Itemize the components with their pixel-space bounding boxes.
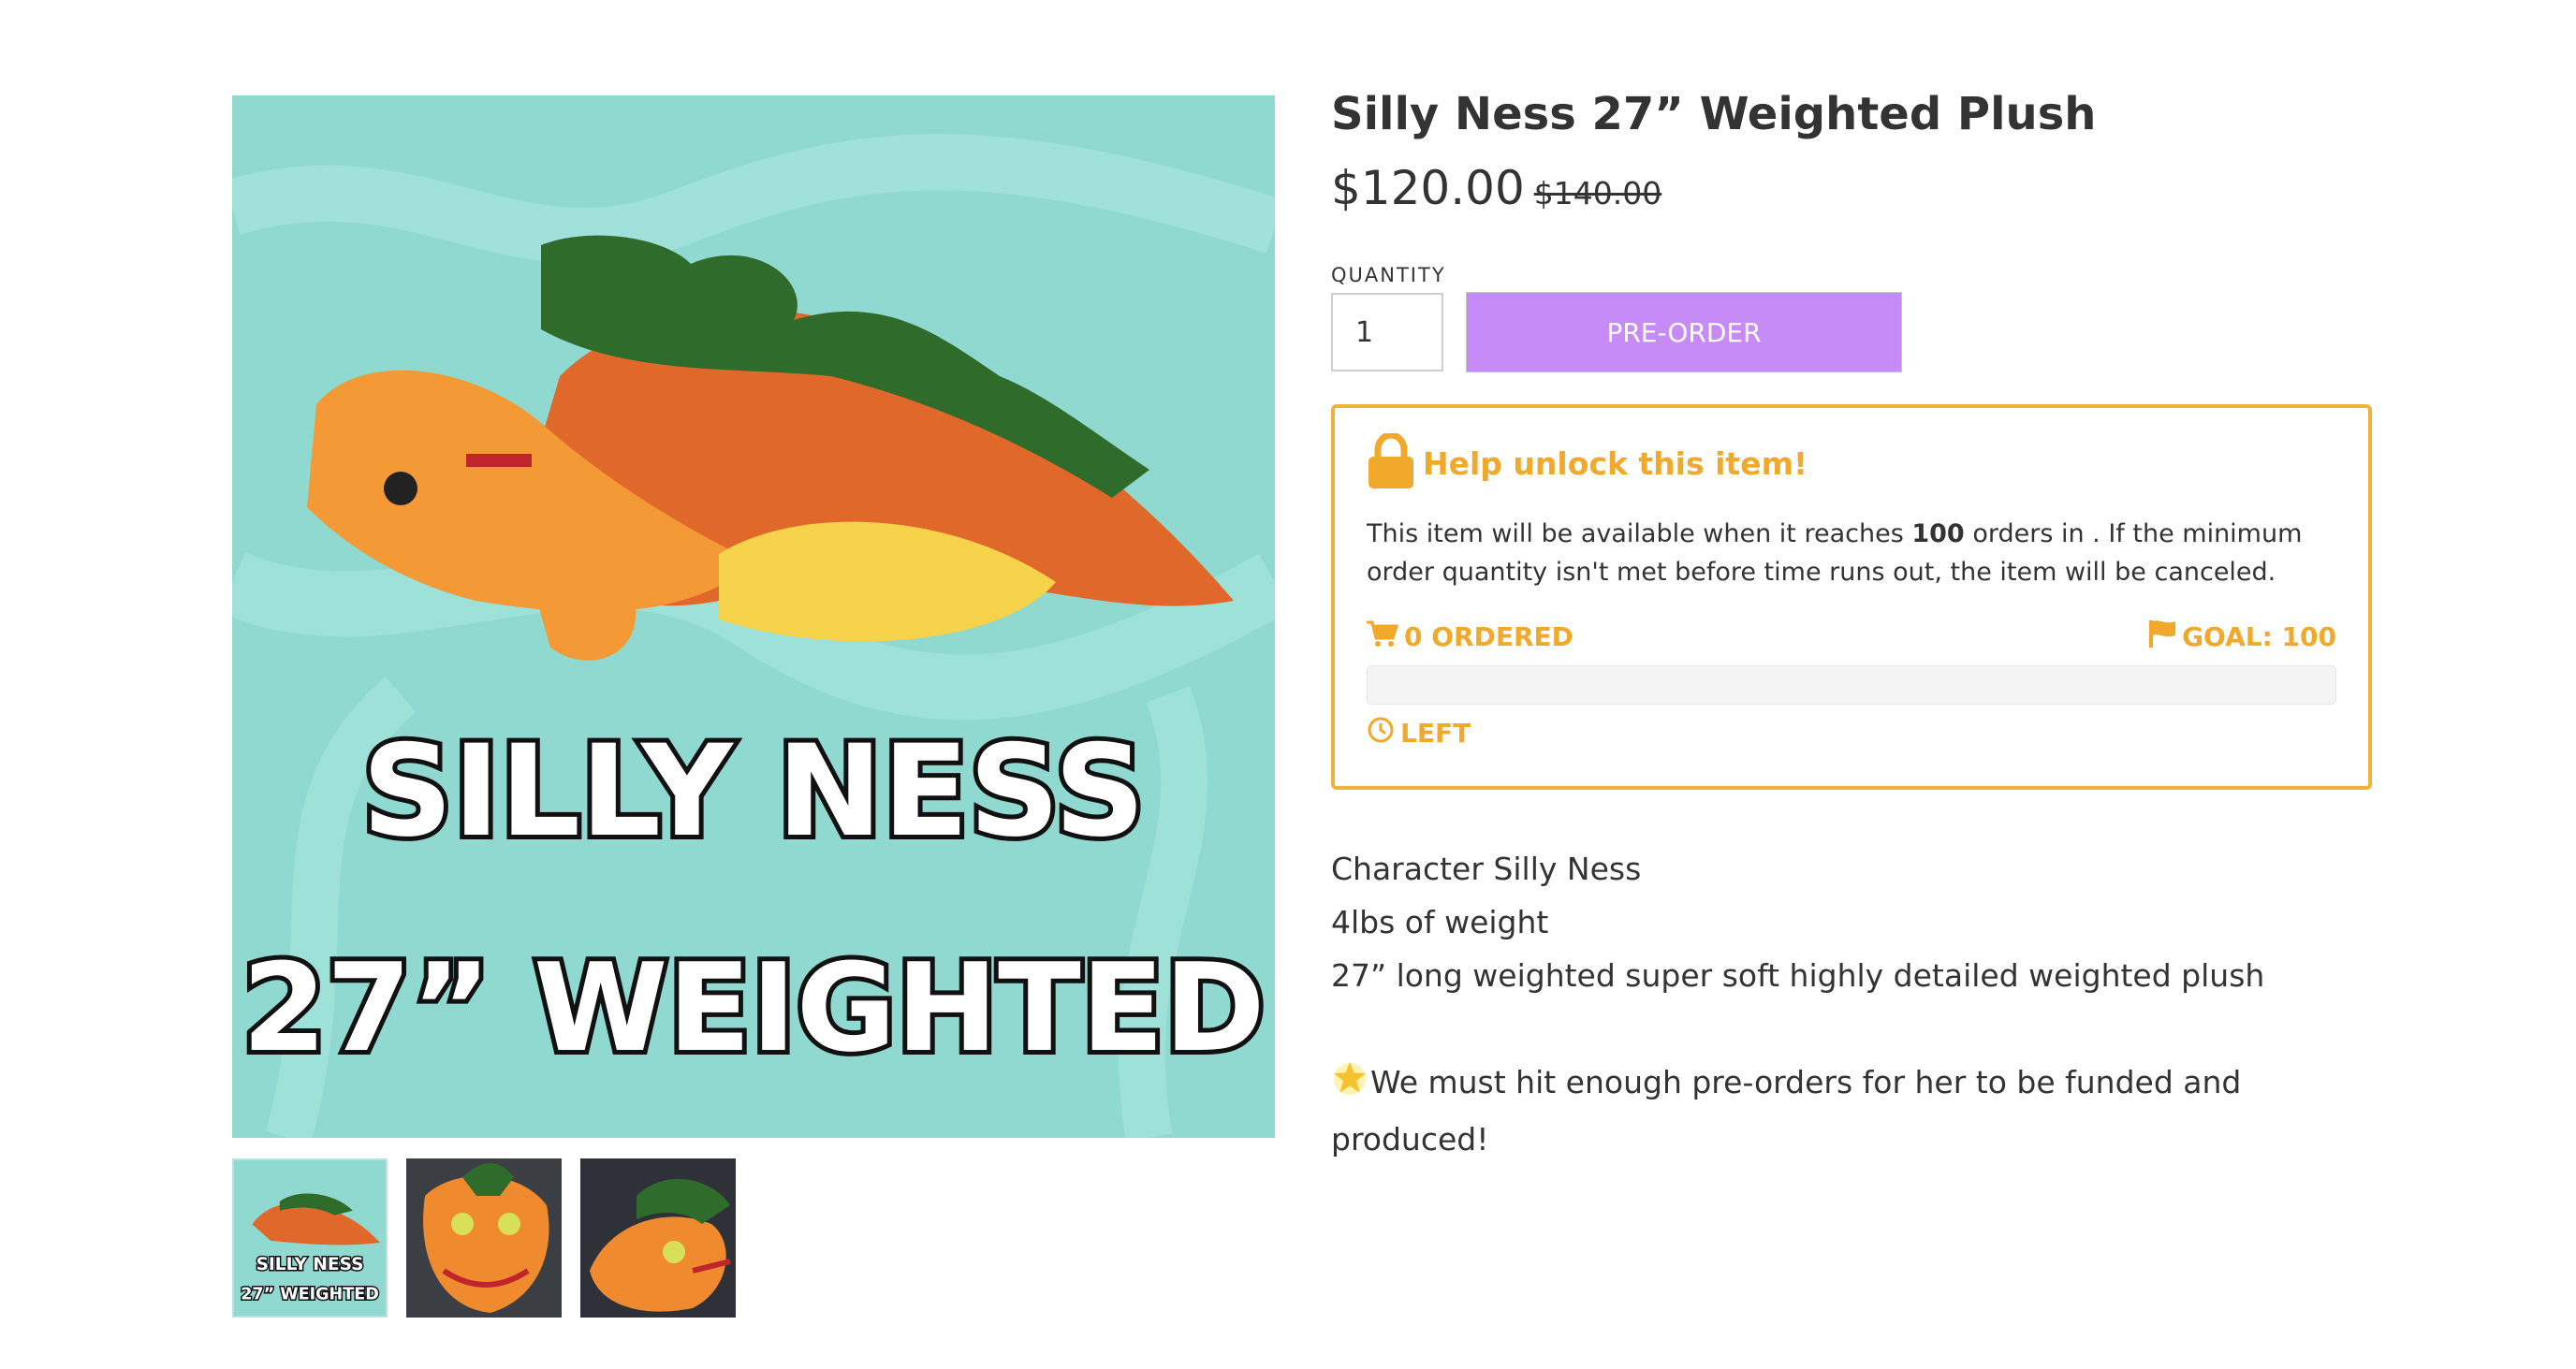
progress-bar [1367, 665, 2336, 705]
thumbnail-strip: SILLY NESS 27” WEIGHTED [232, 1158, 736, 1318]
ordered-count-label: 0 ORDERED [1404, 621, 1573, 652]
description-line-4-text: We must hit enough pre-orders for her to… [1331, 1064, 2242, 1158]
ordered-count: 0 ORDERED [1367, 619, 1573, 654]
product-main-image[interactable]: SILLY NESS 27” WEIGHTED [232, 95, 1275, 1138]
product-info: Silly Ness 27” Weighted Plush $120.00 $1… [1331, 84, 2378, 1166]
main-image-caption-line2: 27” WEIGHTED [242, 937, 1265, 1079]
goal-count-label: GOAL: 100 [2182, 621, 2336, 652]
unlock-title: Help unlock this item! [1423, 444, 1808, 482]
glowing-star-icon [1331, 1059, 1368, 1113]
thumbnail-3-image [580, 1158, 736, 1318]
price-row: $120.00 $140.00 [1331, 161, 2378, 215]
quantity-label: QUANTITY [1331, 264, 1446, 286]
lock-icon [1367, 431, 1415, 493]
clock-icon [1367, 716, 1395, 750]
time-left: LEFT [1367, 716, 2336, 750]
main-image-caption-line1: SILLY NESS [362, 718, 1146, 865]
plush-dragon-image: SILLY NESS 27” WEIGHTED [232, 95, 1275, 1138]
unlock-goal-number: 100 [1911, 519, 1965, 548]
compare-at-price: $140.00 [1533, 175, 1662, 211]
pre-order-button[interactable]: PRE-ORDER [1466, 292, 1902, 372]
product-description: Character Silly Ness 4lbs of weight 27” … [1331, 842, 2378, 1166]
quantity-input[interactable] [1331, 293, 1443, 371]
thumbnail-2-image [406, 1158, 562, 1318]
thumbnail-1-caption-line2: 27” WEIGHTED [241, 1285, 379, 1303]
description-line-2: 4lbs of weight [1331, 904, 1549, 940]
unlock-description: This item will be available when it reac… [1367, 515, 2336, 591]
thumbnail-3[interactable] [580, 1158, 736, 1318]
thumbnail-1-caption-line1: SILLY NESS [256, 1255, 364, 1274]
description-line-3: 27” long weighted super soft highly deta… [1331, 957, 2265, 994]
unlock-goal-box: Help unlock this item! This item will be… [1331, 404, 2372, 790]
unlock-header: Help unlock this item! [1367, 431, 2336, 493]
description-line-4: We must hit enough pre-orders for her to… [1331, 1056, 2378, 1166]
goal-count: GOAL: 100 [2148, 619, 2336, 654]
order-counts: 0 ORDERED GOAL: 100 [1367, 619, 2336, 654]
unlock-text-before: This item will be available when it reac… [1367, 519, 1912, 548]
flag-icon [2148, 619, 2176, 654]
purchase-row: PRE-ORDER [1331, 292, 2378, 372]
time-left-label: LEFT [1400, 718, 1471, 749]
sale-price: $120.00 [1331, 161, 1525, 215]
cart-icon [1367, 619, 1399, 654]
product-title: Silly Ness 27” Weighted Plush [1331, 88, 2097, 140]
thumbnail-1[interactable]: SILLY NESS 27” WEIGHTED [232, 1158, 388, 1318]
thumbnail-1-image: SILLY NESS 27” WEIGHTED [234, 1160, 386, 1316]
thumbnail-2[interactable] [406, 1158, 562, 1318]
description-line-1: Character Silly Ness [1331, 851, 1642, 887]
